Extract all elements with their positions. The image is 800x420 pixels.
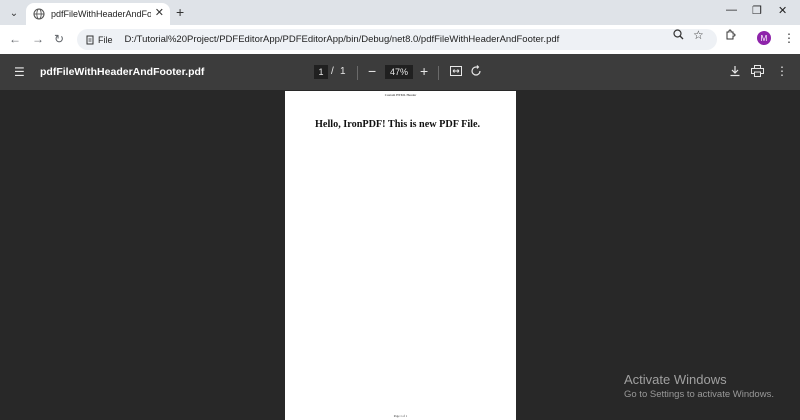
page-header: Custom HTML Header — [384, 93, 417, 97]
url-text: D:/Tutorial%20Project/PDFEditorApp/PDFEd… — [124, 34, 560, 45]
toolbar-divider — [438, 66, 439, 80]
pdf-page: Custom HTML Header Hello, IronPDF! This … — [285, 91, 516, 420]
pdf-toolbar: ☰ pdfFileWithHeaderAndFooter.pdf 1 / 1 −… — [0, 54, 800, 90]
extensions-icon[interactable] — [725, 29, 736, 43]
watermark-subtitle: Go to Settings to activate Windows. — [624, 389, 774, 400]
browser-tab[interactable]: pdfFileWithHeaderAndFooter.pdf ✕ — [26, 3, 170, 25]
avatar[interactable]: M — [757, 31, 771, 45]
pdf-title: pdfFileWithHeaderAndFooter.pdf — [40, 66, 205, 78]
download-icon[interactable] — [729, 65, 741, 77]
address-bar[interactable]: File D:/Tutorial%20Project/PDFEditorApp/… — [77, 29, 717, 50]
page-total: 1 — [340, 66, 346, 77]
zoom-level-input[interactable]: 47% — [385, 65, 413, 79]
activation-watermark: Activate Windows Go to Settings to activ… — [624, 372, 774, 400]
zoom-out-button[interactable]: − — [368, 63, 376, 79]
toolbar-divider — [357, 66, 358, 80]
plus-icon[interactable]: + — [176, 4, 184, 20]
more-icon[interactable]: ⋮ — [776, 64, 788, 78]
hamburger-icon[interactable]: ☰ — [14, 65, 25, 79]
forward-icon[interactable]: → — [32, 32, 44, 46]
watermark-title: Activate Windows — [624, 372, 727, 387]
globe-icon — [32, 7, 46, 21]
page-heading: Hello, IronPDF! This is new PDF File. — [315, 119, 481, 130]
reload-icon[interactable]: ↻ — [54, 32, 64, 46]
file-chip[interactable]: File — [85, 35, 113, 45]
more-icon[interactable]: ⋮ — [783, 31, 795, 45]
page-separator: / — [331, 66, 334, 77]
restore-icon[interactable]: ❐ — [752, 4, 762, 17]
tab-strip: ⌄ pdfFileWithHeaderAndFooter.pdf ✕ + — ❐… — [0, 0, 800, 25]
browser-toolbar: ← → ↻ File D:/Tutorial%20Project/PDFEdit… — [0, 25, 800, 54]
close-icon[interactable]: ✕ — [155, 6, 164, 19]
page-footer: Page 1 of 1 — [393, 414, 408, 418]
fit-page-icon[interactable] — [450, 66, 462, 76]
file-icon — [86, 35, 94, 44]
zoom-icon[interactable] — [673, 29, 684, 43]
file-chip-label: File — [98, 34, 113, 45]
back-icon[interactable]: ← — [9, 32, 21, 46]
star-icon[interactable]: ☆ — [693, 28, 704, 42]
zoom-in-button[interactable]: + — [420, 63, 428, 79]
page-number-input[interactable]: 1 — [314, 65, 328, 79]
print-icon[interactable] — [751, 65, 764, 77]
minimize-icon[interactable]: — — [726, 4, 737, 16]
tab-search-icon[interactable]: ⌄ — [6, 5, 22, 21]
close-window-icon[interactable]: ✕ — [778, 4, 787, 17]
tab-title: pdfFileWithHeaderAndFooter.pdf — [51, 9, 151, 19]
rotate-icon[interactable] — [470, 65, 482, 77]
